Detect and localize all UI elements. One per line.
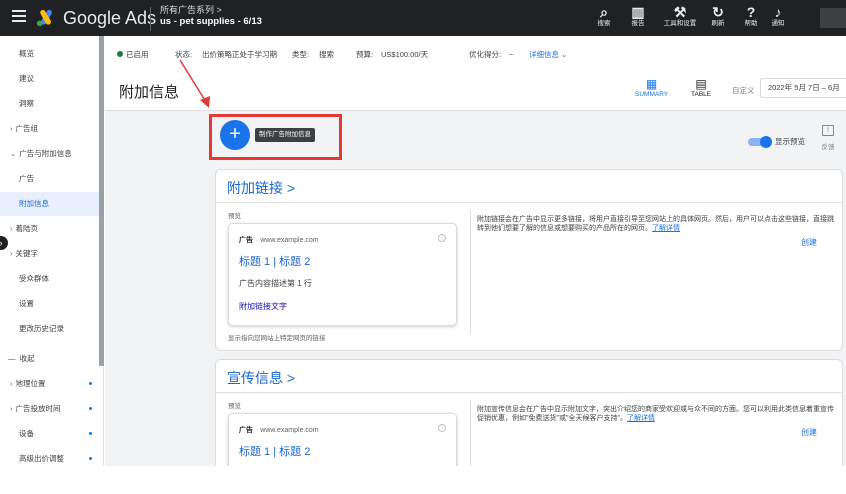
learn-more-link[interactable]: 了解详情 xyxy=(652,225,680,232)
sidebar-item-insights[interactable]: 洞察 xyxy=(0,92,100,116)
ad-preview: 广告 · www.example.com i 标题 1 | 标题 2 xyxy=(228,413,457,466)
create-button[interactable]: 创建 xyxy=(801,237,817,248)
sidebar-collapse[interactable]: — 收起 xyxy=(0,347,100,371)
create-button[interactable]: 创建 xyxy=(801,427,817,438)
sidebar-item-keywords[interactable]: 关键字 xyxy=(0,242,100,266)
account-name: us - pet supplies - 6/13 xyxy=(160,16,262,27)
ad-headline: 标题 1 | 标题 2 xyxy=(239,256,311,268)
divider xyxy=(470,210,471,334)
account-selector[interactable]: 所有广告系列 > us - pet supplies - 6/13 xyxy=(160,5,262,27)
ad-preview: 广告 · www.example.com i 标题 1 | 标题 2 广告内容描述… xyxy=(228,223,457,326)
type-label: 类型: xyxy=(292,50,310,59)
sidebar-item-ads[interactable]: 广告 xyxy=(0,167,100,191)
feedback-icon: ! xyxy=(822,125,834,136)
preview-label: 预览 xyxy=(228,403,241,410)
status-dot-icon xyxy=(117,51,123,57)
table-icon: ▤ xyxy=(695,77,707,91)
ad-description: 广告内容描述第 1 行 xyxy=(239,279,312,288)
budget-value: US$100.00/天 xyxy=(381,50,429,59)
details-link[interactable]: 详细信息 ⌄ xyxy=(529,49,567,60)
sidebar: 概览 建议 洞察 广告组 广告与附加信息 广告 附加信息 着陆页 关键字 受众群… xyxy=(0,36,104,466)
divider xyxy=(150,7,151,31)
status-dot-icon xyxy=(89,407,92,410)
sitelinks-card: 附加链接 > 预览 广告 · www.example.com i 标题 1 | 标… xyxy=(215,169,843,351)
sidebar-item-change-history[interactable]: 更改历史记录 xyxy=(0,317,100,341)
learn-more-link[interactable]: 了解详情 xyxy=(627,415,655,422)
summary-icon: ▦ xyxy=(645,77,658,91)
chevron-right-icon: › xyxy=(0,238,3,248)
sidebar-item-overview[interactable]: 概览 xyxy=(0,42,100,66)
ad-header: 广告 · www.example.com xyxy=(239,427,319,434)
type-value: 搜索 xyxy=(319,50,334,59)
campaign-state: 已启用 xyxy=(117,49,149,60)
google-ads-logo-icon xyxy=(36,9,52,27)
search-icon: ⌕ xyxy=(600,4,608,20)
campaign-status-bar: 已启用 状态: 出价策略正处于学习期 类型: 搜索 预算: US$100.00/… xyxy=(105,36,846,71)
custom-range-label: 自定义 xyxy=(732,86,755,95)
status-dot-icon xyxy=(89,432,92,435)
summary-view-button[interactable]: ▦ SUMMARY xyxy=(635,77,668,98)
bell-icon: ♪ xyxy=(774,4,782,20)
date-range-picker[interactable]: 2022年 5月 7日 – 6月 xyxy=(760,78,846,98)
status-dot-icon xyxy=(89,457,92,460)
sidebar-item-devices[interactable]: 设备 xyxy=(0,422,100,446)
sidebar-item-ad-schedule[interactable]: 广告投放时间 xyxy=(0,397,100,421)
main-content: + 制作广告附加信息 显示预览 ! 反馈 附加链接 > 预览 广告 · www.ex… xyxy=(105,111,846,466)
divider xyxy=(216,392,842,393)
table-view-button[interactable]: ▤ TABLE xyxy=(691,77,711,98)
preview-toggle-label: 显示预览 xyxy=(775,137,805,146)
account-path: 所有广告系列 > xyxy=(160,5,222,15)
sidebar-item-ads-extensions[interactable]: 广告与附加信息 xyxy=(0,142,100,166)
preview-toggle[interactable] xyxy=(748,136,772,148)
avatar[interactable] xyxy=(820,8,846,28)
sidebar-item-recommendations[interactable]: 建议 xyxy=(0,67,100,91)
info-icon[interactable]: i xyxy=(438,424,446,432)
ad-header: 广告 · www.example.com xyxy=(239,237,319,244)
tools-button[interactable]: ⚒ 工具和设置 xyxy=(662,4,698,28)
card-title[interactable]: 附加链接 > xyxy=(227,178,295,198)
sidebar-item-bid-adjustments[interactable]: 高级出价调整 xyxy=(0,447,100,471)
notifications-button[interactable]: ♪ 通知 xyxy=(760,4,796,28)
ad-headline: 标题 1 | 标题 2 xyxy=(239,446,311,458)
budget-label: 预算: xyxy=(356,50,374,59)
menu-icon[interactable] xyxy=(12,10,26,22)
sidebar-item-ad-groups[interactable]: 广告组 xyxy=(0,117,100,141)
reports-button[interactable]: ▥ 报告 xyxy=(620,4,656,28)
card-description: 附加链接会在广告中显示更多链接，将用户直接引导至您网站上的具体网页。然后，用户可… xyxy=(477,216,834,232)
divider xyxy=(470,400,471,466)
callouts-card: 宣传信息 > 预览 广告 · www.example.com i 标题 1 | 标… xyxy=(215,359,843,466)
sitelink-text: 附加链接文字 xyxy=(239,302,287,311)
optimization-value: – xyxy=(509,49,514,58)
page-header: 附加信息 ▦ SUMMARY ▤ TABLE 自定义 2022年 5月 7日 – 6… xyxy=(105,71,846,111)
collapse-icon: — xyxy=(8,354,20,363)
card-description: 附加宣传信息会在广告中显示附加文字，突出介绍您的商家受欢迎或与众不同的方面。您可… xyxy=(477,406,834,422)
sidebar-item-locations[interactable]: 地理位置 xyxy=(0,372,100,396)
search-button[interactable]: ⌕ 搜索 xyxy=(586,4,622,28)
sidebar-item-landing-pages[interactable]: 着陆页 xyxy=(0,217,100,241)
card-footer: 显示指向您网站上特定网页的链接 xyxy=(228,335,326,342)
annotation-arrow-icon xyxy=(179,59,210,108)
refresh-button[interactable]: ↻ 刷新 xyxy=(700,4,736,28)
sidebar-item-audiences[interactable]: 受众群体 xyxy=(0,267,100,291)
card-title[interactable]: 宣传信息 > xyxy=(227,368,295,388)
create-extension-button[interactable]: + xyxy=(220,120,250,150)
divider xyxy=(216,202,842,203)
brand-name: Google Ads xyxy=(63,8,157,28)
sidebar-scrollbar[interactable] xyxy=(99,36,104,366)
reports-icon: ▥ xyxy=(631,4,645,20)
sidebar-item-settings[interactable]: 设置 xyxy=(0,292,100,316)
top-app-bar: Google Ads 所有广告系列 > us - pet supplies - … xyxy=(0,0,846,36)
info-icon[interactable]: i xyxy=(438,234,446,242)
create-extension-tooltip: 制作广告附加信息 xyxy=(255,128,315,142)
status-dot-icon xyxy=(89,382,92,385)
refresh-icon: ↻ xyxy=(712,4,724,20)
page-title: 附加信息 xyxy=(119,84,180,101)
sidebar-item-extensions[interactable]: 附加信息 xyxy=(0,192,100,216)
feedback-button[interactable]: ! 反馈 xyxy=(815,125,841,151)
optimization-label: 优化得分: xyxy=(469,50,502,59)
preview-label: 预览 xyxy=(228,213,241,220)
tools-icon: ⚒ xyxy=(673,4,687,20)
